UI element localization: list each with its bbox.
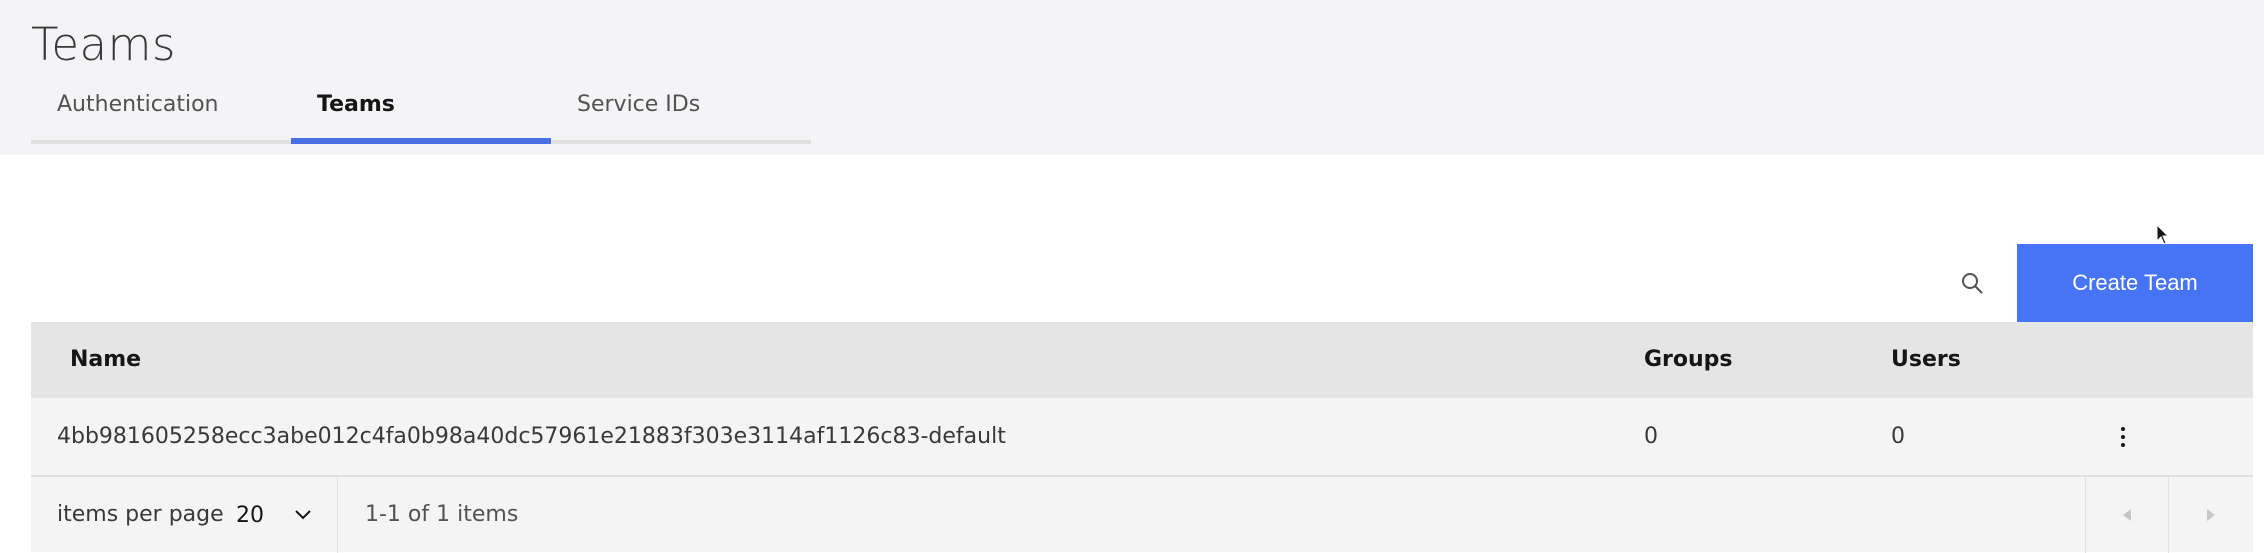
tab-label: Teams [317,92,395,117]
page-header: Teams Authentication Teams Service IDs [0,0,2264,155]
items-per-page-value: 20 [236,502,264,528]
table-toolbar: Create Team [31,244,2253,322]
teams-table: Name Groups Users 4bb981605258ecc3abe012… [31,322,2253,553]
tab-authentication[interactable]: Authentication [31,88,291,144]
tab-service-ids[interactable]: Service IDs [551,88,811,144]
pagination-range: 1-1 of 1 items [365,502,519,527]
divider [337,477,338,553]
items-per-page-label: items per page [57,502,224,527]
chevron-down-icon [295,510,311,520]
search-icon [1962,273,1983,294]
previous-page-button[interactable] [2086,477,2168,553]
caret-left-icon [2123,509,2131,521]
table-row[interactable]: 4bb981605258ecc3abe012c4fa0b98a40dc57961… [31,398,2253,476]
cell-groups: 0 [1644,424,1658,449]
page-title: Teams [31,18,176,71]
column-header-groups[interactable]: Groups [1644,322,1733,398]
create-team-button[interactable]: Create Team [2017,244,2253,322]
caret-right-icon [2207,509,2215,521]
column-header-users[interactable]: Users [1891,322,1961,398]
mouse-pointer-icon [2156,224,2170,245]
search-button[interactable] [1949,260,1995,306]
tab-list: Authentication Teams Service IDs [31,88,811,144]
overflow-menu-icon[interactable] [2103,417,2143,457]
tab-label: Service IDs [577,92,701,117]
tab-teams[interactable]: Teams [291,88,551,144]
items-per-page-select[interactable]: 20 [236,477,346,553]
cell-users: 0 [1891,424,1905,449]
pagination: items per page 20 1-1 of 1 items [31,476,2253,553]
next-page-button[interactable] [2169,477,2253,553]
table-header: Name Groups Users [31,322,2253,398]
cell-team-name: 4bb981605258ecc3abe012c4fa0b98a40dc57961… [57,424,1006,449]
column-header-name[interactable]: Name [70,322,141,398]
tab-label: Authentication [57,92,219,117]
